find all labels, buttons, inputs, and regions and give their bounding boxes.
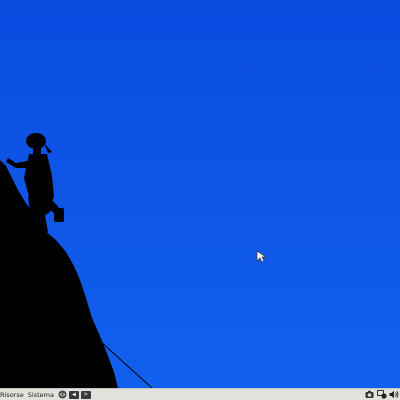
network-icon[interactable] (377, 390, 387, 399)
wallpaper-image (0, 0, 400, 388)
window-list-icon[interactable]: ◀ (68, 390, 79, 399)
taskbar: Risorse Sistema ◀ > (0, 388, 400, 400)
system-tray (362, 390, 400, 399)
arrow-cursor-icon (256, 250, 268, 263)
menu-risorse[interactable]: Risorse (0, 390, 26, 400)
camera-icon[interactable] (365, 390, 374, 399)
volume-icon[interactable] (389, 390, 399, 399)
terminal-icon[interactable]: > (80, 390, 91, 399)
browser-icon[interactable] (58, 390, 67, 399)
desktop-wallpaper (0, 0, 400, 388)
menu-sistema[interactable]: Sistema (26, 390, 56, 400)
mouse-cursor (256, 249, 268, 263)
desktop: Risorse Sistema ◀ > (0, 0, 400, 400)
